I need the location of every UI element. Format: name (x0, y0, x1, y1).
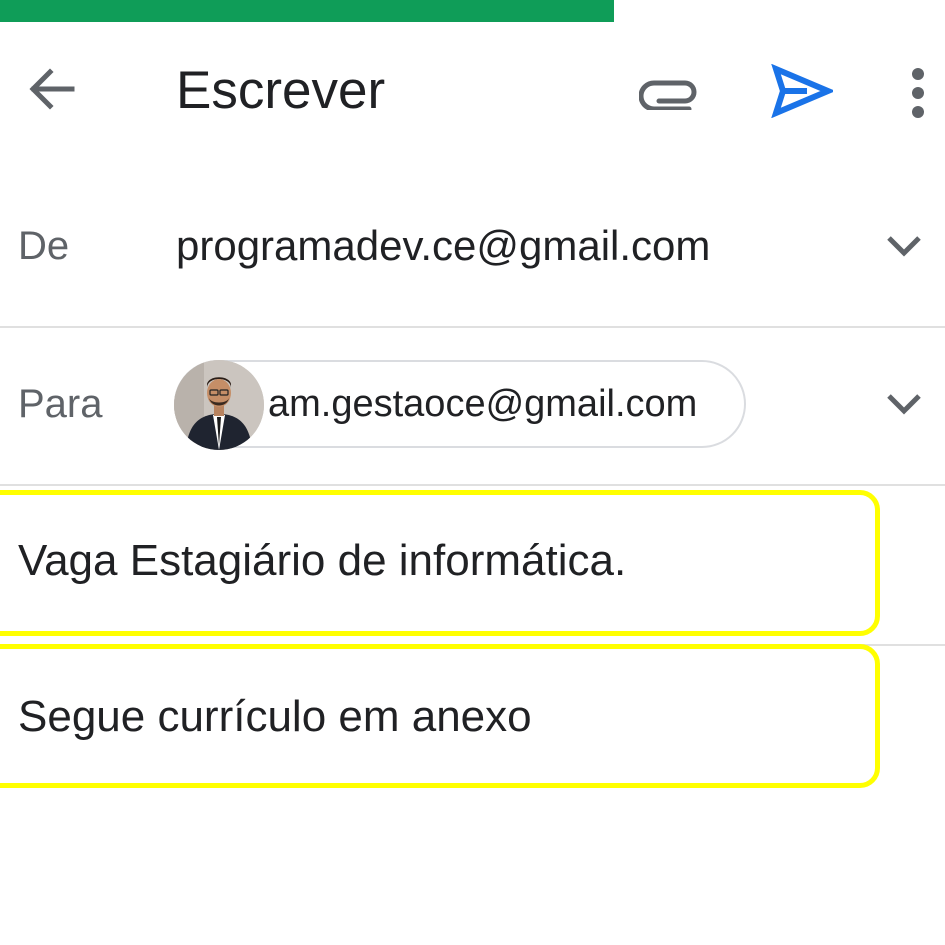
avatar (174, 360, 264, 450)
arrow-back-icon (26, 67, 76, 116)
compose-screen: Escrever De programadev.ce@gmail.com Par… (0, 0, 945, 945)
more-vert-icon (910, 67, 926, 124)
chevron-down-icon (886, 235, 922, 262)
subject-field[interactable]: Vaga Estagiário de informática. (18, 536, 626, 586)
send-icon (771, 63, 836, 123)
recipient-chip[interactable]: am.gestaoce@gmail.com (174, 360, 746, 450)
send-button[interactable] (764, 58, 840, 128)
from-row: De programadev.ce@gmail.com (0, 172, 945, 328)
to-label: Para (18, 382, 103, 426)
app-bar: Escrever (0, 22, 945, 162)
page-title: Escrever (176, 61, 386, 120)
body-field[interactable]: Segue currículo em anexo (18, 692, 532, 742)
from-label: De (18, 224, 70, 268)
attach-button[interactable] (632, 66, 708, 122)
to-row: Para am.gestaoce@gmail.com (0, 328, 945, 486)
body-row: Segue currículo em anexo (0, 644, 945, 806)
loading-progress-fill (0, 0, 615, 22)
to-expand-button[interactable] (880, 382, 928, 430)
more-options-button[interactable] (896, 60, 940, 130)
back-button[interactable] (18, 62, 84, 120)
chevron-down-icon (886, 393, 922, 420)
from-expand-button[interactable] (880, 224, 928, 272)
subject-row: Vaga Estagiário de informática. (0, 486, 945, 646)
recipient-email: am.gestaoce@gmail.com (268, 383, 698, 425)
paperclip-icon (638, 74, 701, 115)
loading-progress-bar (0, 0, 945, 22)
from-address[interactable]: programadev.ce@gmail.com (176, 222, 710, 270)
